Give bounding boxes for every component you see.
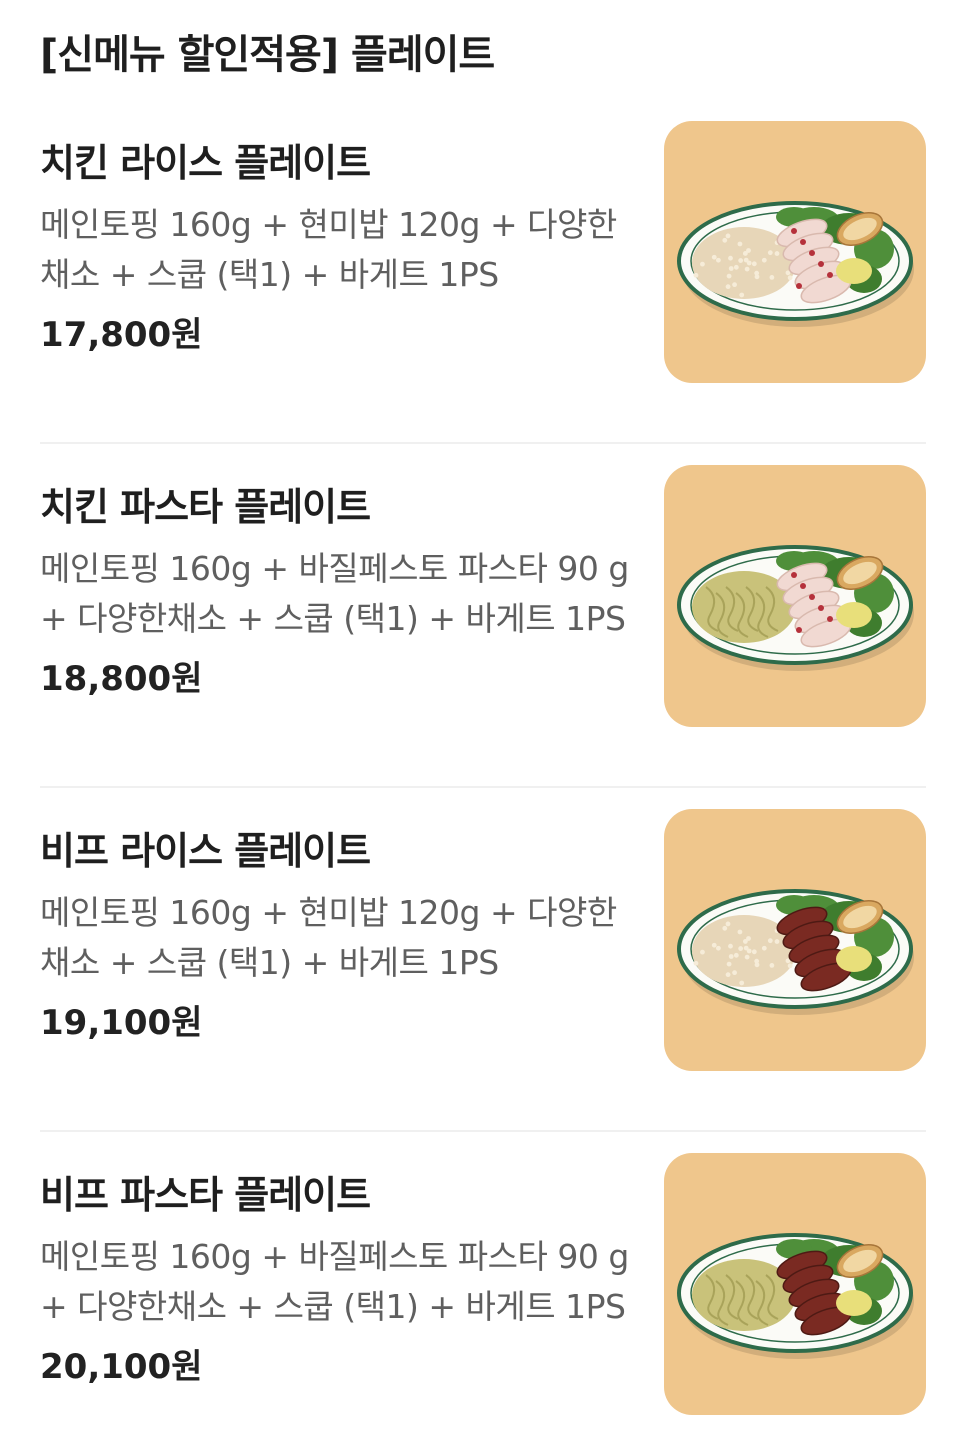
rice-grain: [787, 275, 793, 281]
rice-grain: [767, 938, 773, 944]
menu-item-text: 비프 파스타 플레이트 메인토핑 160g + 바질페스토 파스타 90 g +…: [40, 1170, 630, 1392]
cranberry: [827, 272, 833, 278]
rice-grain: [754, 274, 760, 280]
plate-illustration: [677, 201, 914, 327]
rice-grain: [715, 945, 721, 951]
rice-grain: [751, 949, 757, 955]
menu-item-text: 비프 라이스 플레이트 메인토핑 160g + 현미밥 120g + 다양한 채…: [40, 826, 630, 1048]
rice-grain: [738, 258, 744, 263]
rice-grain: [726, 961, 732, 967]
rice-grain: [728, 266, 734, 271]
rice-grain: [761, 945, 767, 951]
rice-grain: [769, 274, 775, 280]
rice-grain: [711, 254, 717, 260]
menu-item-name: 비프 라이스 플레이트: [40, 829, 371, 873]
cranberry: [796, 283, 802, 289]
menu-item-name: 치킨 파스타 플레이트: [40, 485, 371, 529]
rice-grain: [711, 942, 717, 948]
rice-grain: [754, 962, 760, 968]
menu-item-price: 20,100원: [40, 1347, 203, 1387]
rice-grain: [722, 925, 728, 931]
rice-grain: [761, 257, 767, 263]
section-title: [신메뉴 할인적용] 플레이트: [40, 32, 495, 78]
rice-grain: [725, 284, 731, 290]
rice-grain: [733, 264, 739, 270]
menu-item-beef-rice-plate[interactable]: 비프 라이스 플레이트 메인토핑 160g + 현미밥 120g + 다양한 채…: [40, 788, 926, 1132]
cranberry: [796, 627, 802, 633]
rice-grain: [746, 248, 751, 253]
menu-item-chicken-pasta-plate[interactable]: 치킨 파스타 플레이트 메인토핑 160g + 바질페스토 파스타 90 g +…: [40, 444, 926, 788]
plate-illustration: [677, 889, 914, 1015]
rice-grain: [728, 954, 734, 959]
cranberry: [791, 228, 797, 234]
menu-item-description: 메인토핑 160g + 현미밥 120g + 다양한 채소 + 스쿱 (택1) …: [40, 205, 617, 294]
plate-illustration: [677, 1233, 914, 1359]
rice-grain: [725, 921, 731, 927]
rice-grain: [751, 261, 757, 267]
cranberry: [800, 583, 806, 589]
rice-grain: [737, 929, 743, 935]
rice-grain: [774, 251, 780, 256]
rice-grain: [739, 980, 745, 986]
rice-grain: [743, 945, 749, 951]
menu-item-price: 17,800원: [40, 315, 203, 355]
rice-grain: [743, 257, 749, 263]
rice-grain: [722, 237, 728, 243]
cranberry: [827, 616, 833, 622]
cranberry: [818, 261, 824, 267]
rice-grain: [737, 241, 743, 247]
rice-grain: [739, 292, 745, 298]
cranberry: [800, 239, 806, 245]
menu-item-name: 비프 파스타 플레이트: [40, 1173, 371, 1217]
rice-grain: [774, 939, 780, 944]
rice-grain: [726, 273, 732, 279]
menu-item-name: 치킨 라이스 플레이트: [40, 141, 371, 185]
scoop: [836, 602, 872, 628]
rice-grain: [700, 949, 705, 955]
rice-grain: [732, 282, 737, 288]
rice-grain: [715, 257, 721, 263]
menu-item-beef-pasta-plate[interactable]: 비프 파스타 플레이트 메인토핑 160g + 바질페스토 파스타 90 g +…: [40, 1132, 926, 1449]
rice-grain: [767, 250, 773, 256]
scoop: [836, 258, 872, 284]
rice-grain: [738, 946, 744, 951]
cranberry: [818, 605, 824, 611]
rice-grain: [732, 970, 737, 976]
rice-grain: [700, 261, 705, 267]
cranberry: [791, 572, 797, 578]
cranberry: [809, 594, 815, 600]
rice-grain: [746, 936, 751, 941]
menu-item-price: 18,800원: [40, 659, 203, 699]
rice-grain: [744, 266, 750, 272]
rice-grain: [693, 272, 699, 278]
rice-grain: [693, 960, 699, 966]
scoop: [836, 1290, 872, 1316]
menu-item-text: 치킨 라이스 플레이트 메인토핑 160g + 현미밥 120g + 다양한 채…: [40, 138, 630, 360]
menu-item-photo[interactable]: [664, 465, 926, 727]
rice-grain: [725, 972, 731, 978]
menu-list: 치킨 라이스 플레이트 메인토핑 160g + 현미밥 120g + 다양한 채…: [40, 100, 926, 1449]
rice-grain: [728, 255, 733, 261]
menu-item-photo[interactable]: [664, 1153, 926, 1415]
rice-grain: [733, 952, 739, 958]
plate-illustration: [677, 545, 914, 671]
menu-item-description: 메인토핑 160g + 바질페스토 파스타 90 g + 다양한채소 + 스쿱 …: [40, 549, 629, 638]
cranberry: [809, 250, 815, 256]
menu-item-chicken-rice-plate[interactable]: 치킨 라이스 플레이트 메인토핑 160g + 현미밥 120g + 다양한 채…: [40, 100, 926, 444]
rice-grain: [787, 963, 793, 969]
menu-item-description: 메인토핑 160g + 현미밥 120g + 다양한 채소 + 스쿱 (택1) …: [40, 893, 617, 982]
rice-grain: [728, 943, 733, 949]
menu-item-text: 치킨 파스타 플레이트 메인토핑 160g + 바질페스토 파스타 90 g +…: [40, 482, 630, 704]
menu-page: [신메뉴 할인적용] 플레이트 치킨 라이스 플레이트 메인토핑 160g + …: [0, 0, 966, 1449]
rice-grain: [769, 962, 775, 968]
menu-item-photo[interactable]: [664, 809, 926, 1071]
menu-item-description: 메인토핑 160g + 바질페스토 파스타 90 g + 다양한채소 + 스쿱 …: [40, 1237, 629, 1326]
scoop: [836, 946, 872, 972]
rice-grain: [744, 954, 750, 960]
menu-item-price: 19,100원: [40, 1003, 203, 1043]
menu-item-photo[interactable]: [664, 121, 926, 383]
rice-grain: [725, 233, 731, 239]
